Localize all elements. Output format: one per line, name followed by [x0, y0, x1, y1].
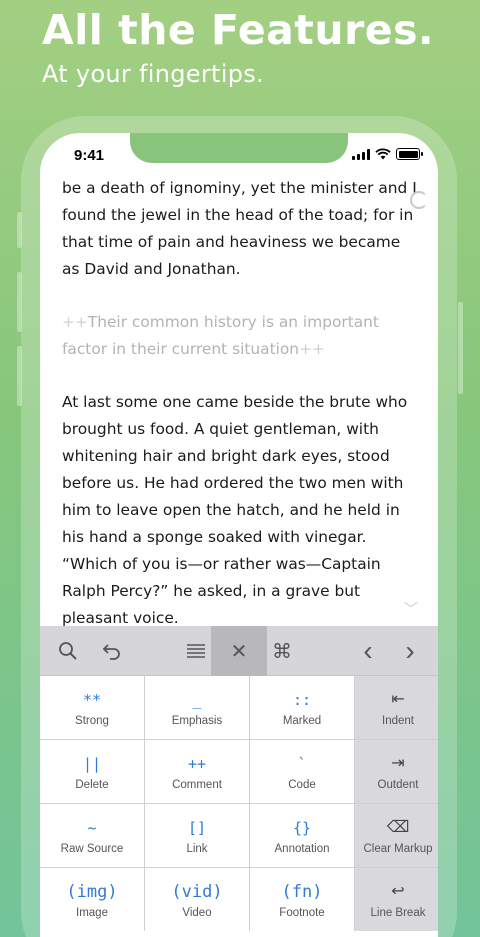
command-button[interactable]: ⌘: [262, 626, 302, 676]
delete-symbol: ||: [82, 754, 102, 773]
marked-key[interactable]: :: Marked: [250, 676, 354, 739]
key-label: Indent: [382, 714, 414, 727]
image-key[interactable]: (img) Image: [40, 868, 144, 931]
menu-button[interactable]: [176, 626, 216, 676]
key-label: Delete: [75, 778, 109, 791]
promo-headline: All the Features.: [42, 6, 435, 54]
status-icons: [352, 148, 423, 160]
line-break-key[interactable]: ↩ Line Break: [355, 868, 438, 931]
strong-symbol: **: [82, 690, 102, 709]
key-label: Marked: [282, 714, 322, 727]
key-label: Video: [182, 906, 212, 919]
close-icon: ✕: [230, 640, 248, 663]
key-label: Line Break: [370, 906, 426, 919]
indent-key[interactable]: ⇤ Indent: [355, 676, 438, 739]
chevron-left-icon: ‹: [363, 635, 373, 666]
link-key[interactable]: [] Link: [145, 804, 249, 867]
status-time: 9:41: [74, 147, 105, 164]
outdent-key[interactable]: ⇥ Outdent: [355, 740, 438, 803]
command-icon: ⌘: [272, 640, 292, 663]
key-label: Annotation: [274, 842, 330, 855]
footnote-key[interactable]: (fn) Footnote: [250, 868, 354, 931]
key-label: Code: [288, 778, 316, 791]
link-symbol: []: [187, 818, 207, 837]
next-button[interactable]: ›: [392, 626, 428, 676]
eraser-icon: ⌫: [386, 818, 410, 836]
power-button: [458, 302, 463, 394]
search-icon: [59, 642, 77, 660]
annotation-symbol: {}: [292, 818, 312, 837]
mute-switch: [17, 212, 22, 248]
undo-button[interactable]: [92, 626, 132, 676]
promo-subline: At your fingertips.: [42, 60, 264, 88]
code-symbol: `: [297, 754, 307, 773]
chevron-down-icon[interactable]: ﹀: [404, 599, 418, 619]
previous-button[interactable]: ‹: [350, 626, 386, 676]
emphasis-key[interactable]: _ Emphasis: [145, 676, 249, 739]
emphasis-symbol: _: [192, 690, 202, 709]
loading-spinner-icon: [410, 191, 428, 209]
key-label: Outdent: [377, 778, 419, 791]
code-key[interactable]: ` Code: [250, 740, 354, 803]
image-symbol: (img): [66, 881, 118, 902]
markup-keyboard: **Strong _Emphasis :: Marked ⇤Indent ||De…: [40, 676, 438, 931]
key-label: Link: [186, 842, 208, 855]
key-label: Raw Source: [60, 842, 124, 855]
key-label: Comment: [172, 778, 222, 791]
paragraph: At last some one came beside the brute w…: [62, 393, 408, 627]
delete-key[interactable]: || Delete: [40, 740, 144, 803]
footnote-symbol: (fn): [281, 881, 323, 902]
paragraph: be a death of ignominy, yet the minister…: [62, 179, 417, 278]
key-label: Emphasis: [171, 714, 223, 727]
comment-key[interactable]: ++ Comment: [145, 740, 249, 803]
annotation-key[interactable]: {} Annotation: [250, 804, 354, 867]
raw-source-key[interactable]: ~ Raw Source: [40, 804, 144, 867]
volume-down-button: [17, 346, 22, 406]
notch: [130, 133, 348, 163]
battery-icon: [396, 148, 423, 160]
close-keyboard-button[interactable]: ✕: [211, 626, 267, 676]
key-label: Footnote: [279, 906, 325, 919]
strong-key[interactable]: ** Strong: [40, 676, 144, 739]
outdent-icon: ⇥: [391, 754, 405, 772]
comment-symbol: ++: [187, 754, 207, 773]
video-key[interactable]: (vid) Video: [145, 868, 249, 931]
chevron-right-icon: ›: [405, 635, 415, 666]
comment-close-marker: ++: [299, 340, 325, 358]
document-text[interactable]: be a death of ignominy, yet the minister…: [62, 175, 422, 658]
search-button[interactable]: [48, 626, 88, 676]
menu-icon: [187, 644, 205, 658]
key-label: Image: [76, 906, 108, 919]
raw-source-symbol: ~: [87, 818, 97, 837]
phone-screen: 9:41 be a death of ignominy, yet the min…: [40, 133, 438, 937]
signal-icon: [352, 148, 370, 160]
wifi-icon: [375, 148, 391, 160]
undo-icon: [102, 644, 120, 660]
key-label: Clear Markup: [363, 842, 433, 855]
comment-open-marker: ++: [62, 313, 88, 331]
return-icon: ↩: [391, 882, 405, 900]
comment-text: Their common history is an important fac…: [62, 313, 379, 358]
comment-block: ++Their common history is an important f…: [62, 309, 422, 363]
video-symbol: (vid): [171, 881, 223, 902]
volume-up-button: [17, 272, 22, 332]
clear-markup-key[interactable]: ⌫ Clear Markup: [355, 804, 438, 867]
indent-icon: ⇤: [391, 690, 405, 708]
editor-toolbar: ✕ ⌘ ‹ ›: [40, 626, 438, 676]
key-label: Strong: [75, 714, 109, 727]
marked-symbol: ::: [292, 690, 312, 709]
